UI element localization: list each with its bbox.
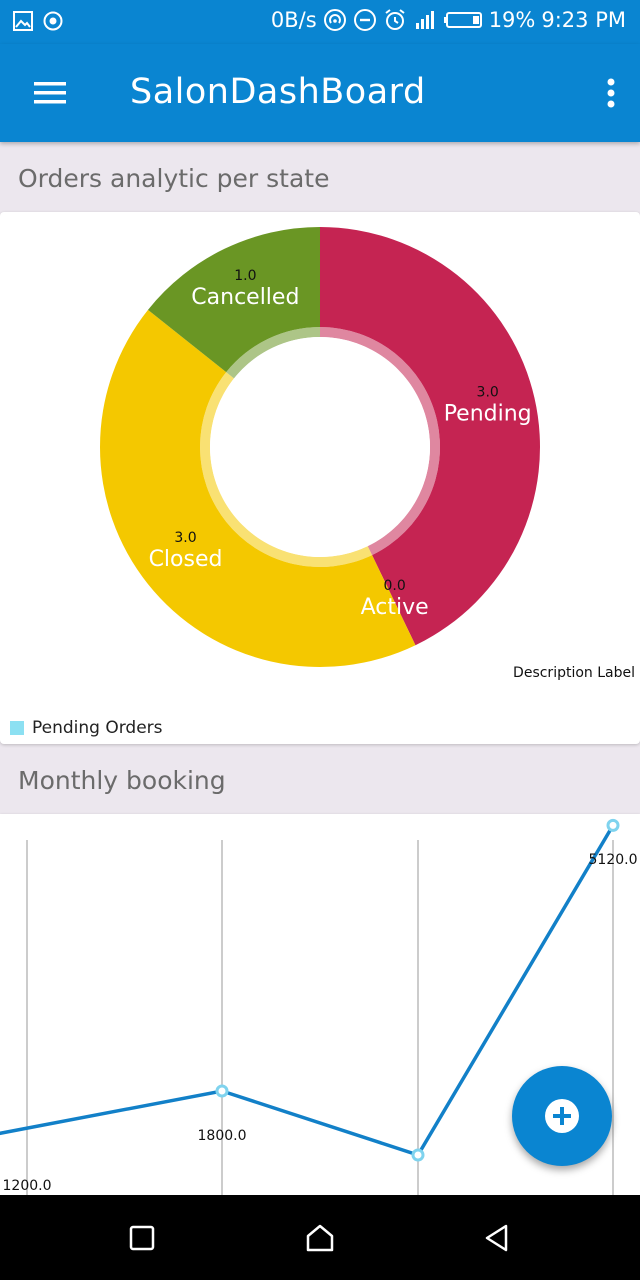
battery-level: 19% (488, 8, 536, 32)
slice-value-pending: 3.0 (477, 385, 499, 401)
net-speed: 0B/s (270, 8, 317, 32)
chart-legend: Pending Orders (10, 718, 163, 738)
slice-label-active: Active (361, 595, 429, 620)
monthly-section-title: Monthly booking (18, 766, 226, 795)
donut-hole (210, 337, 430, 557)
home-icon[interactable] (303, 1221, 337, 1255)
navigation-bar (0, 1195, 640, 1280)
slice-value-closed: 3.0 (174, 530, 196, 546)
slice-label-pending: Pending (444, 402, 532, 427)
back-icon[interactable] (480, 1221, 514, 1255)
app-title: SalonDashBoard (130, 72, 426, 112)
orders-chart-card: 3.0 Pending 0.0 Active 3.0 Closed 1.0 Cancelled… (0, 212, 640, 744)
record-icon (43, 11, 63, 31)
slice-value-active: 0.0 (383, 578, 405, 594)
more-options-icon[interactable] (596, 70, 626, 116)
status-bar: 0B/s 19% 9:23 PM (0, 0, 640, 44)
chart-description: Description Label (513, 665, 635, 681)
battery-icon (443, 12, 482, 28)
data-label: 1200.0 (3, 1178, 52, 1194)
slice-label-closed: Closed (149, 547, 223, 572)
data-point[interactable] (411, 1148, 425, 1162)
add-icon (545, 1099, 579, 1133)
recents-icon[interactable] (125, 1221, 159, 1255)
gallery-icon (13, 11, 33, 31)
orders-donut-chart[interactable]: 3.0Pending0.0Active3.0Closed1.0Cancelled (0, 212, 640, 682)
hotspot-icon (323, 9, 346, 31)
data-point[interactable] (606, 818, 620, 832)
add-button[interactable] (512, 1066, 612, 1166)
app-bar: SalonDashBoard (0, 44, 640, 142)
slice-value-cancelled: 1.0 (234, 268, 256, 284)
legend-swatch (10, 721, 24, 735)
orders-section-title: Orders analytic per state (18, 164, 330, 193)
legend-label: Pending Orders (32, 718, 163, 738)
alarm-icon (385, 9, 405, 30)
menu-icon[interactable] (22, 70, 78, 116)
dnd-icon (353, 9, 376, 31)
data-label: 5120.0 (589, 852, 638, 868)
data-label: 1800.0 (198, 1128, 247, 1144)
slice-label-cancelled: Cancelled (191, 285, 299, 310)
data-point[interactable] (215, 1084, 229, 1098)
clock: 9:23 PM (541, 8, 626, 32)
signal-icon (415, 11, 434, 29)
